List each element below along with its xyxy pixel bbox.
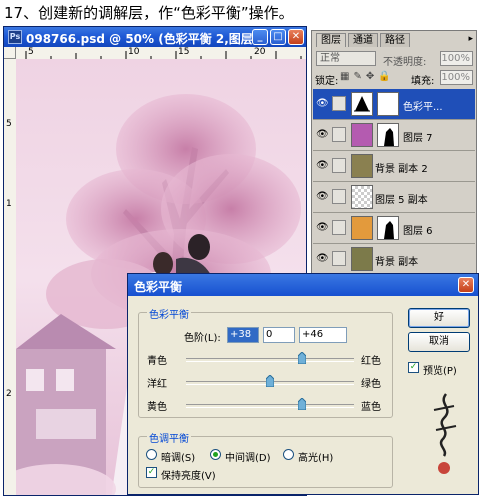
slider-right-label: 绿色	[361, 379, 381, 390]
group-legend: 色彩平衡	[147, 306, 191, 321]
magenta-green-slider-thumb[interactable]	[266, 375, 274, 387]
document-title: 098766.psd @ 50% (色彩平衡 2,图层...	[26, 32, 267, 46]
layer-row-color-balance[interactable]: 👁 色彩平...	[313, 89, 475, 120]
layer-link-box[interactable]	[332, 251, 346, 266]
layer-row-7[interactable]: 👁 图层 7	[313, 120, 475, 151]
adjustment-layer-icon	[351, 92, 373, 116]
dialog-title: 色彩平衡	[134, 280, 183, 294]
minimize-button[interactable]: _	[252, 29, 268, 45]
photoshop-icon: Ps	[8, 30, 22, 44]
tab-channels[interactable]: 通道	[348, 33, 378, 47]
document-titlebar[interactable]: Ps 098766.psd @ 50% (色彩平衡 2,图层... _ □ ✕	[4, 27, 306, 47]
slider-left-label: 青色	[147, 356, 167, 367]
layer-mask-thumb	[377, 92, 399, 116]
layer-name: 背景 副本 2	[375, 164, 428, 175]
layer-row-background-copy-2[interactable]: 👁 背景 副本 2	[313, 151, 475, 182]
radio-midtones[interactable]	[210, 449, 221, 460]
preview-label[interactable]: 预览(P)	[423, 362, 457, 377]
step-heading: 17、创建新的调解层，作“色彩平衡”操作。	[4, 4, 294, 22]
layer-link-box[interactable]	[332, 158, 346, 173]
fill-label: 填充:	[411, 76, 435, 87]
visibility-eye-icon[interactable]: 👁	[316, 192, 329, 202]
radio-highlights-label[interactable]: 高光(H)	[298, 449, 333, 464]
level-field-magenta-green[interactable]: 0	[263, 327, 295, 343]
ruler-origin[interactable]	[4, 47, 16, 59]
layer-name: 图层 6	[403, 226, 433, 237]
layer-name: 图层 7	[403, 133, 433, 144]
layer-link-box[interactable]	[332, 96, 346, 111]
ruler-left-label: 2	[6, 389, 12, 399]
visibility-eye-icon[interactable]: 👁	[316, 223, 329, 233]
lock-label: 锁定:	[315, 76, 339, 87]
cyan-red-track[interactable]	[186, 358, 354, 362]
layer-name: 图层 5 副本	[375, 195, 428, 206]
layers-panel: 图层 通道 路径 ▸ 正常 不透明度: 100% 锁定: ▦✎✥🔒 填充: 10…	[311, 30, 477, 275]
signature-watermark	[433, 393, 457, 474]
layer-thumb	[351, 123, 373, 147]
opacity-field[interactable]: 100%	[440, 51, 473, 66]
blend-mode-select[interactable]: 正常	[316, 51, 376, 66]
level-field-yellow-blue[interactable]: +46	[299, 327, 347, 343]
levels-label: 色阶(L):	[184, 333, 221, 344]
layer-row-background-copy[interactable]: 👁 背景 副本	[313, 244, 475, 275]
radio-shadows[interactable]	[146, 449, 157, 460]
tab-paths[interactable]: 路径	[380, 33, 410, 47]
fill-field[interactable]: 100%	[440, 70, 473, 85]
ruler-left-label: 5	[6, 119, 12, 129]
lock-options-icon[interactable]: ▦✎✥🔒	[340, 71, 395, 82]
yellow-blue-track[interactable]	[186, 404, 354, 408]
layer-link-box[interactable]	[332, 127, 346, 142]
tab-layers[interactable]: 图层	[316, 33, 346, 47]
preserve-luminosity-checkbox[interactable]: ✓	[146, 467, 157, 478]
panel-menu-icon[interactable]: ▸	[468, 34, 473, 44]
opacity-label: 不透明度:	[383, 57, 427, 68]
cancel-button[interactable]: 取消	[408, 332, 470, 352]
ok-button[interactable]: 好	[408, 308, 470, 328]
yellow-blue-slider-thumb[interactable]	[297, 398, 306, 410]
visibility-eye-icon[interactable]: 👁	[316, 99, 329, 109]
color-balance-dialog: 色彩平衡 ✕ 色彩平衡 色阶(L): +38 0 +46 青色 红色 洋红 绿色…	[127, 273, 479, 495]
preserve-luminosity-label[interactable]: 保持亮度(V)	[161, 467, 216, 482]
level-field-cyan-red[interactable]: +38	[227, 327, 259, 343]
layer-mask-thumb	[377, 216, 399, 240]
radio-shadows-label[interactable]: 暗调(S)	[161, 449, 195, 464]
layer-mask-thumb	[377, 123, 399, 147]
layer-thumb	[351, 185, 373, 209]
ruler-top-label: 15	[178, 47, 190, 57]
slider-right-label: 蓝色	[361, 402, 381, 413]
layer-row-6[interactable]: 👁 图层 6	[313, 213, 475, 244]
ruler-top-label: 5	[28, 47, 34, 57]
visibility-eye-icon[interactable]: 👁	[316, 254, 329, 264]
dialog-titlebar[interactable]: 色彩平衡 ✕	[128, 274, 478, 296]
layer-thumb	[351, 216, 373, 240]
slider-left-label: 洋红	[147, 379, 167, 390]
maximize-button[interactable]: □	[270, 29, 286, 45]
layer-row-5-copy[interactable]: 👁 图层 5 副本	[313, 182, 475, 213]
layer-link-box[interactable]	[332, 189, 346, 204]
layer-thumb	[351, 247, 373, 271]
layer-name: 背景 副本	[375, 257, 419, 268]
slider-right-label: 红色	[361, 356, 381, 367]
layer-thumb	[351, 154, 373, 178]
radio-midtones-label[interactable]: 中间调(D)	[225, 449, 271, 464]
ruler-left-label: 1	[6, 199, 12, 209]
radio-highlights[interactable]	[283, 449, 294, 460]
dialog-close-button[interactable]: ✕	[458, 277, 474, 293]
layer-name: 色彩平...	[403, 102, 443, 113]
group-legend: 色调平衡	[147, 430, 191, 445]
ruler-top-label: 20	[254, 47, 266, 57]
panel-tabs: 图层 通道 路径 ▸	[312, 31, 476, 47]
slider-left-label: 黄色	[147, 402, 167, 413]
layer-link-box[interactable]	[332, 220, 346, 235]
visibility-eye-icon[interactable]: 👁	[316, 130, 329, 140]
cyan-red-slider-thumb[interactable]	[297, 352, 306, 364]
visibility-eye-icon[interactable]: 👁	[316, 161, 329, 171]
preview-checkbox[interactable]: ✓	[408, 362, 419, 373]
close-button[interactable]: ✕	[288, 29, 304, 45]
ruler-top-label: 10	[128, 47, 140, 57]
